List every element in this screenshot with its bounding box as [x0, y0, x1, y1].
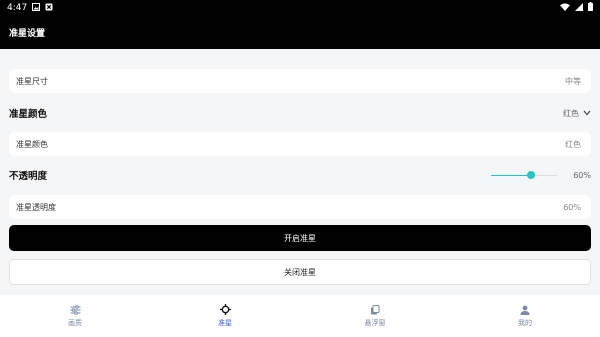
nav-label-floating-window: 悬浮窗	[364, 318, 386, 327]
page-title: 准星设置	[9, 29, 46, 39]
color-dropdown[interactable]: 红色	[563, 108, 591, 119]
opacity-section-title: 不透明度	[9, 171, 48, 182]
crosshair-opacity-value: 60%	[563, 202, 581, 212]
crosshair-size-label: 准星尺寸	[16, 76, 48, 86]
settings-content: 准星尺寸 中等 准星颜色 红色 准星颜色 红色 不透明度 60% 准星透明度 6…	[0, 49, 600, 293]
nav-label-crosshair: 准星	[218, 319, 232, 327]
signal-icon	[575, 2, 583, 14]
app-bar: 准星设置	[0, 16, 600, 49]
crosshair-opacity-row[interactable]: 准星透明度 60%	[9, 195, 591, 219]
crosshair-size-row[interactable]: 准星尺寸 中等	[9, 69, 591, 93]
bottom-nav: 画质 准星 悬浮窗 我的	[0, 295, 600, 337]
user-icon	[520, 305, 530, 315]
crosshair-color-value: 红色	[565, 139, 581, 149]
color-section-header: 准星颜色 红色	[9, 103, 591, 123]
opacity-slider[interactable]	[491, 171, 558, 179]
status-bar: 4:47	[0, 0, 600, 16]
status-time: 4:47	[7, 3, 28, 13]
nav-label-profile: 我的	[518, 318, 532, 327]
disable-crosshair-button[interactable]: 关闭准星	[9, 259, 591, 285]
crosshair-color-label: 准星颜色	[16, 139, 48, 149]
app-notification-icon	[45, 3, 53, 14]
chevron-down-icon	[583, 109, 591, 118]
floating-window-icon	[370, 304, 380, 315]
wifi-icon	[560, 2, 570, 14]
nav-item-floating-window[interactable]: 悬浮窗	[300, 295, 450, 337]
opacity-control: 60%	[491, 171, 591, 180]
nav-label-quality: 画质	[68, 318, 82, 327]
crosshair-size-value: 中等	[565, 76, 581, 86]
opacity-value: 60%	[573, 170, 591, 180]
battery-icon	[588, 2, 593, 14]
image-notification-icon	[32, 2, 41, 14]
slider-fill	[491, 174, 531, 176]
crosshair-opacity-label: 准星透明度	[16, 202, 56, 212]
nav-item-quality[interactable]: 画质	[0, 295, 150, 337]
sliders-icon	[70, 304, 81, 315]
crosshair-icon	[219, 304, 231, 315]
enable-crosshair-button[interactable]: 开启准星	[9, 225, 591, 251]
color-dropdown-value: 红色	[563, 108, 579, 118]
opacity-section-header: 不透明度 60%	[9, 165, 591, 185]
nav-item-crosshair[interactable]: 准星	[150, 295, 300, 337]
crosshair-color-row[interactable]: 准星颜色 红色	[9, 132, 591, 156]
slider-thumb[interactable]	[526, 171, 535, 179]
color-section-title: 准星颜色	[9, 109, 48, 120]
nav-item-profile[interactable]: 我的	[450, 295, 600, 337]
